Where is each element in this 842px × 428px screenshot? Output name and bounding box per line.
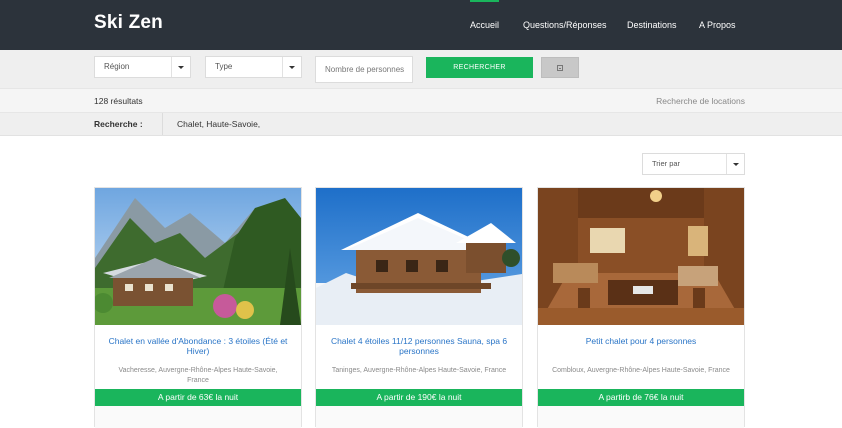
listing-card[interactable]: Petit chalet pour 4 personnes Combloux, … — [537, 187, 745, 428]
card-footer — [316, 406, 522, 428]
site-logo[interactable]: Ski Zen — [94, 12, 163, 34]
plus-square-icon — [557, 65, 563, 71]
chevron-down-icon[interactable] — [282, 57, 301, 77]
listing-card[interactable]: Chalet 4 étoiles 11/12 personnes Sauna, … — [315, 187, 523, 428]
people-count-input[interactable]: Nombre de personnes — [315, 56, 413, 83]
nav-item-destinations[interactable]: Destinations — [627, 0, 677, 50]
region-select-value: Région — [104, 62, 130, 71]
listing-location: Taninges, Auvergne-Rhône-Alpes Haute-Sav… — [331, 367, 507, 374]
nav-item-label: Questions/Réponses — [523, 20, 607, 30]
search-button[interactable]: RECHERCHER — [426, 57, 533, 78]
sort-select[interactable]: Trier par — [642, 153, 745, 175]
nav-item-accueil[interactable]: Accueil — [470, 0, 500, 50]
sort-select-value: Trier par — [652, 159, 681, 168]
chevron-down-icon[interactable] — [171, 57, 190, 77]
results-count: 128 résultats — [94, 96, 143, 106]
listing-photo[interactable] — [538, 188, 744, 325]
listing-location: Combloux, Auvergne-Rhône-Alpes Haute-Sav… — [552, 367, 730, 374]
nav-item-label: A Propos — [699, 20, 736, 30]
search-summary-value: Chalet, Haute-Savoie, — [177, 119, 261, 129]
type-select[interactable]: Type — [205, 56, 302, 78]
listing-price: A partir de 63€ la nuit — [95, 389, 301, 406]
listing-price: A partirb de 76€ la nuit — [538, 389, 744, 406]
results-bar: 128 résultats Recherche de locations — [0, 88, 842, 113]
listing-title[interactable]: Chalet 4 étoiles 11/12 personnes Sauna, … — [326, 336, 512, 356]
listing-title[interactable]: Chalet en vallée d'Abondance : 3 étoiles… — [105, 336, 291, 356]
listing-photo[interactable] — [95, 188, 301, 325]
type-select-value: Type — [215, 62, 233, 71]
nav-item-a-propos[interactable]: A Propos — [699, 0, 736, 50]
search-filter-bar: Région Type Nombre de personnes — [0, 50, 842, 88]
listing-photo[interactable] — [316, 188, 522, 325]
search-summary-label: Recherche : — [94, 119, 143, 129]
region-select[interactable]: Région — [94, 56, 191, 78]
nav-item-questions-reponses[interactable]: Questions/Réponses — [523, 0, 607, 50]
chevron-down-icon[interactable] — [726, 154, 744, 174]
search-summary-bar: Recherche : Chalet, Haute-Savoie, — [0, 113, 842, 136]
top-navbar: Ski Zen Accueil Questions/Réponses Desti… — [0, 0, 842, 50]
listing-price: A partir de 190€ la nuit — [316, 389, 522, 406]
card-footer — [95, 406, 301, 428]
rental-search-link[interactable]: Recherche de locations — [656, 96, 745, 106]
listing-card[interactable]: Chalet en vallée d'Abondance : 3 étoiles… — [94, 187, 302, 428]
more-filters-button[interactable] — [541, 57, 579, 78]
listing-title[interactable]: Petit chalet pour 4 personnes — [548, 336, 734, 346]
nav-item-label: Destinations — [627, 20, 677, 30]
people-count-placeholder: Nombre de personnes — [325, 65, 405, 74]
listing-location: Vacheresse, Auvergne-Rhône-Alpes Haute-S… — [118, 367, 278, 384]
nav-active-indicator — [470, 0, 500, 2]
divider — [162, 113, 163, 135]
card-footer — [538, 406, 744, 428]
nav-item-label: Accueil — [470, 20, 500, 30]
